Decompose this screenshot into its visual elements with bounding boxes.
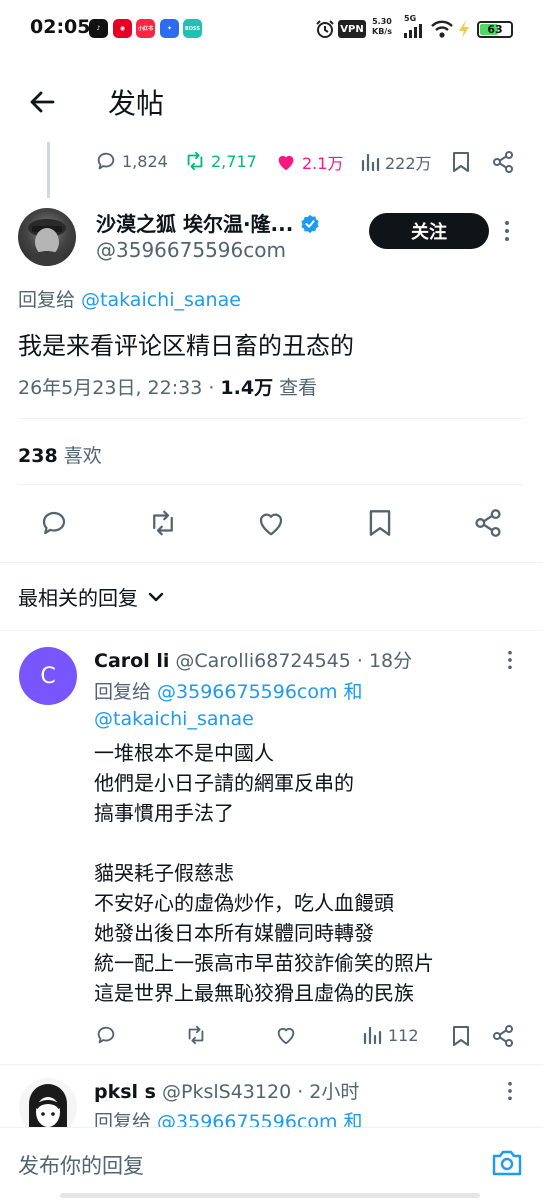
divider (18, 418, 524, 419)
repost-icon (188, 1025, 204, 1045)
divider (0, 1064, 543, 1065)
camera-button[interactable] (490, 1146, 524, 1180)
reply-text: 一堆根本不是中國人 他們是小日子請的網軍反串的 搞事慣用手法了 貓哭耗子假慈悲 … (94, 741, 434, 1005)
battery-indicator: 63 (477, 21, 513, 38)
likes-count[interactable]: 238 喜欢 (18, 441, 102, 468)
avatar[interactable] (18, 208, 76, 266)
parent-views-stat[interactable]: 222万 (360, 150, 432, 174)
bookmark-button[interactable] (360, 503, 400, 543)
chevron-down-icon (148, 592, 164, 601)
system-nav-handle[interactable] (60, 1193, 480, 1198)
camera-icon (492, 1150, 522, 1176)
bookmark-icon (369, 510, 391, 536)
share-icon (475, 509, 501, 537)
reply-header[interactable]: pksl s @PkslS43120 · 2小时 (94, 1077, 359, 1104)
tweet-text: 我是来看评论区精日畜的丑态的 (18, 332, 354, 360)
bookmark-icon (453, 152, 469, 172)
reply-bookmark-button[interactable] (451, 1025, 471, 1047)
mention-link[interactable]: @takaichi_sanae (94, 708, 254, 730)
netease-music-icon: ◉ (113, 19, 132, 38)
arrow-left-icon (30, 91, 55, 113)
divider (18, 484, 524, 485)
wifi-icon (430, 19, 454, 39)
share-icon (493, 151, 513, 173)
app-store-icon: ✦ (160, 19, 179, 38)
views-icon (361, 153, 380, 172)
views-icon (363, 1026, 382, 1045)
reply-reply-button[interactable] (95, 1024, 117, 1046)
reply-more-button[interactable] (507, 650, 513, 670)
author-handle[interactable]: @3596675596com (96, 238, 286, 262)
page-title: 发帖 (108, 87, 165, 120)
net-speed: 5.30 KB/s (372, 17, 392, 36)
repost-icon (153, 510, 173, 536)
heart-icon (259, 513, 283, 536)
more-vertical-icon (508, 1081, 512, 1101)
thread-line (47, 142, 50, 198)
reply-icon (97, 1026, 115, 1044)
parent-like-stat[interactable]: 2.1万 (275, 150, 343, 174)
verified-badge-icon (301, 214, 319, 234)
parent-bookmark-button[interactable] (451, 151, 471, 173)
parent-reply-stat[interactable]: 1,824 (95, 150, 168, 172)
heart-filled-icon (278, 155, 294, 171)
like-button[interactable] (251, 503, 291, 543)
reply-icon (97, 152, 115, 170)
tiktok-icon: ♪ (89, 19, 108, 38)
parent-repost-stat[interactable]: 2,717 (184, 150, 257, 172)
more-vertical-icon (505, 221, 509, 241)
repost-button[interactable] (143, 503, 183, 543)
replying-to: 回复给 @takaichi_sanae (18, 289, 241, 311)
reply-author-name[interactable]: pksl s (94, 1081, 156, 1103)
bookmark-icon (453, 1026, 469, 1046)
reply-icon (42, 511, 66, 535)
reply-header[interactable]: Carol li @Carolli68724545 · 18分 (94, 646, 412, 673)
divider (0, 562, 543, 563)
follow-button[interactable]: 关注 (369, 213, 489, 249)
more-vertical-icon (508, 650, 512, 670)
network-type: 5G (404, 14, 417, 23)
back-button[interactable] (24, 84, 60, 120)
status-clock: 02:05 (30, 16, 91, 38)
reply-author-name[interactable]: Carol li (94, 650, 169, 672)
signal-icon (403, 24, 425, 38)
xiaohongshu-icon: 小红书 (136, 19, 155, 38)
repost-icon (187, 151, 203, 171)
charging-icon (457, 19, 471, 39)
reply-button[interactable] (34, 503, 74, 543)
divider (0, 630, 543, 631)
parent-share-button[interactable] (492, 151, 514, 173)
share-button[interactable] (468, 503, 508, 543)
reply-share-button[interactable] (492, 1025, 514, 1047)
tweet-meta: 26年5月23日, 22:33 · 1.4万 查看 (18, 377, 318, 399)
reply-input[interactable]: 发布你的回复 (18, 1150, 144, 1180)
boss-zhipin-icon: BOSS (183, 19, 202, 38)
author-name[interactable]: 沙漠之狐 埃尔温·隆... (96, 208, 320, 237)
reply-more-button[interactable] (507, 1081, 513, 1101)
alarm-icon (315, 19, 335, 39)
heart-icon (277, 1028, 295, 1045)
reply-like-button[interactable] (275, 1024, 297, 1046)
reply-views-stat[interactable]: 112 (362, 1025, 419, 1045)
more-options-button[interactable] (504, 220, 510, 242)
avatar[interactable]: C (19, 647, 77, 705)
sort-replies-dropdown[interactable]: 最相关的回复 (18, 582, 164, 611)
mention-link[interactable]: @takaichi_sanae (81, 289, 241, 311)
mention-link[interactable]: @3596675596com (157, 681, 337, 703)
vpn-badge: VPN (338, 20, 366, 38)
replying-to: 回复给 @3596675596com 和 (94, 681, 363, 703)
share-icon (493, 1025, 513, 1047)
reply-repost-button[interactable] (185, 1024, 207, 1046)
